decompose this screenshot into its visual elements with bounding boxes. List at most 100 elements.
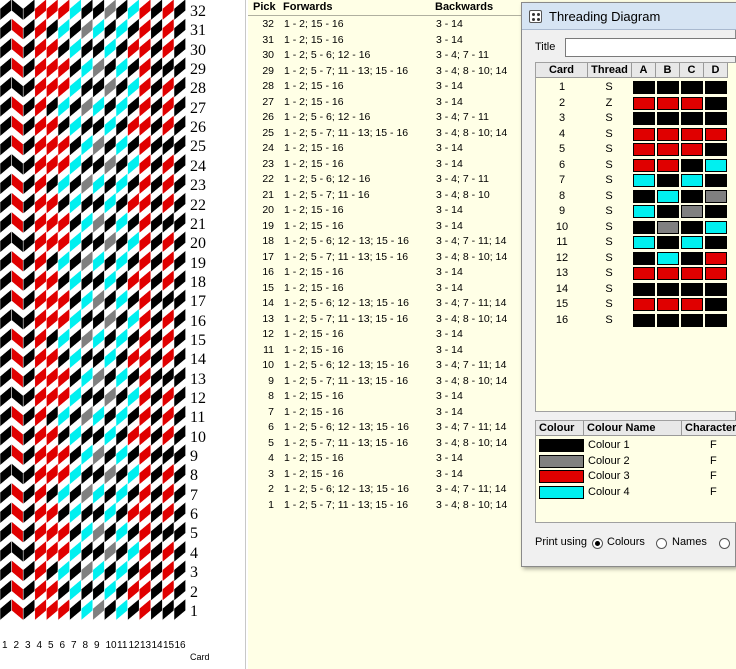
hole-colour-cell[interactable] [681,143,703,156]
thread-direction[interactable]: S [594,173,624,188]
thread-direction[interactable]: S [594,266,624,281]
card-row[interactable]: 7S [536,173,736,189]
header-hole-a[interactable]: A [632,63,656,78]
thread-direction[interactable]: S [594,80,624,95]
hole-colour-cell[interactable] [657,174,679,187]
hole-colour-cell[interactable] [681,189,703,203]
card-row[interactable]: 9S [536,204,736,220]
thread-direction[interactable]: S [594,282,624,297]
thread-direction[interactable]: S [594,251,624,266]
hole-colour-cell[interactable] [657,313,679,327]
hole-colour-cell[interactable] [681,112,703,125]
hole-colour-cell[interactable] [633,205,655,218]
hole-colour-cell[interactable] [633,96,655,110]
dialog-titlebar[interactable]: Threading Diagram [522,3,736,30]
hole-colour-cell[interactable] [681,282,703,296]
hole-colour-cell[interactable] [705,298,727,311]
thread-direction[interactable]: S [594,142,624,157]
hole-colour-cell[interactable] [657,158,679,172]
hole-colour-cell[interactable] [633,112,655,125]
hole-colour-cell[interactable] [657,143,679,156]
hole-colour-cell[interactable] [681,220,703,234]
thread-direction[interactable]: S [594,189,624,204]
hole-colour-cell[interactable] [681,81,703,94]
colour-swatch[interactable] [539,470,584,483]
header-thread[interactable]: Thread [588,63,632,78]
header-hole-b[interactable]: B [656,63,680,78]
hole-colour-cell[interactable] [657,220,679,234]
hole-colour-cell[interactable] [681,267,703,280]
hole-colour-cell[interactable] [681,236,703,249]
header-character[interactable]: Character [682,421,736,436]
hole-colour-cell[interactable] [681,158,703,172]
card-row[interactable]: 11 S [536,235,736,251]
hole-colour-cell[interactable] [633,282,655,296]
hole-colour-cell[interactable] [633,251,655,265]
header-pick[interactable]: Pick [253,1,276,15]
hole-colour-cell[interactable] [657,298,679,311]
header-backwards[interactable]: Backwards [435,1,493,15]
card-row[interactable]: 8S [536,189,736,205]
card-row[interactable]: 14 S [536,282,736,298]
hole-colour-cell[interactable] [705,236,727,249]
hole-colour-cell[interactable] [657,127,679,141]
hole-colour-cell[interactable] [705,189,727,203]
hole-colour-cell[interactable] [633,158,655,172]
card-grid[interactable]: Card Thread A B C D 1 S 2 Z 3 S 4 S 5 S 6 S 7 S 8 S 9 S 10… [535,62,736,412]
hole-colour-cell[interactable] [657,267,679,280]
thread-direction[interactable]: S [594,297,624,312]
card-row[interactable]: 16 S [536,313,736,329]
card-row[interactable]: 3S [536,111,736,127]
hole-colour-cell[interactable] [633,174,655,187]
hole-colour-cell[interactable] [681,174,703,187]
hole-colour-cell[interactable] [705,112,727,125]
thread-direction[interactable]: S [594,204,624,219]
hole-colour-cell[interactable] [657,205,679,218]
thread-direction[interactable]: S [594,235,624,250]
hole-colour-cell[interactable] [705,143,727,156]
hole-colour-cell[interactable] [633,143,655,156]
header-hole-c[interactable]: C [680,63,704,78]
header-card[interactable]: Card [536,63,588,78]
colour-key[interactable]: Colour Colour Name Character Colour 1 F Co… [535,420,736,523]
colour-swatch[interactable] [539,439,584,452]
threading-diagram-dialog[interactable]: Threading Diagram Title Card Thread A B … [521,2,736,567]
radio-names[interactable] [656,538,667,549]
thread-direction[interactable]: S [594,220,624,235]
thread-direction[interactable]: S [594,127,624,142]
hole-colour-cell[interactable] [705,282,727,296]
hole-colour-cell[interactable] [657,189,679,203]
hole-colour-cell[interactable] [657,96,679,110]
hole-colour-cell[interactable] [705,81,727,94]
thread-direction[interactable]: S [594,158,624,173]
card-row[interactable]: 1S [536,80,736,96]
hole-colour-cell[interactable] [705,313,727,327]
thread-direction[interactable]: S [594,313,624,328]
hole-colour-cell[interactable] [633,267,655,280]
colour-swatch[interactable] [539,454,584,468]
radio-colours-label[interactable]: Colours [607,536,645,548]
colour-row[interactable]: Colour 1 F [536,438,736,454]
card-row[interactable]: 10 S [536,220,736,236]
hole-colour-cell[interactable] [681,251,703,265]
hole-colour-cell[interactable] [657,282,679,296]
hole-colour-cell[interactable] [705,220,727,234]
hole-colour-cell[interactable] [657,251,679,265]
card-row[interactable]: 12 S [536,251,736,267]
hole-colour-cell[interactable] [681,298,703,311]
colour-row[interactable]: Colour 3 F [536,469,736,485]
hole-colour-cell[interactable] [681,313,703,327]
hole-colour-cell[interactable] [705,205,727,218]
hole-colour-cell[interactable] [633,220,655,234]
colour-row[interactable]: Colour 2 F [536,454,736,470]
hole-colour-cell[interactable] [633,81,655,94]
radio-colours[interactable] [592,538,603,549]
card-row[interactable]: 15 S [536,297,736,313]
hole-colour-cell[interactable] [657,112,679,125]
card-row[interactable]: 4S [536,127,736,143]
hole-colour-cell[interactable] [633,236,655,249]
card-row[interactable]: 5S [536,142,736,158]
card-row[interactable]: 6S [536,158,736,174]
hole-colour-cell[interactable] [657,81,679,94]
hole-colour-cell[interactable] [705,174,727,187]
